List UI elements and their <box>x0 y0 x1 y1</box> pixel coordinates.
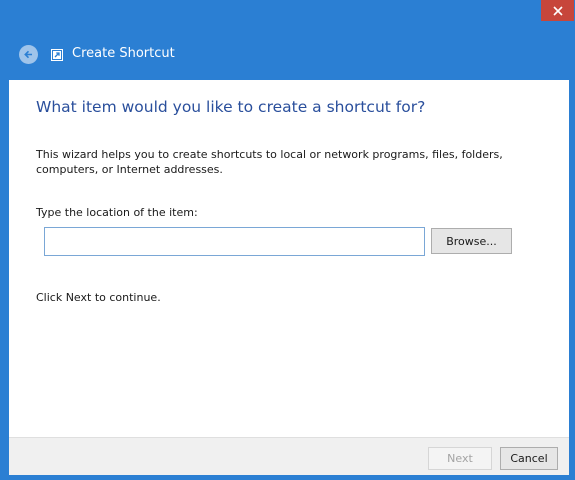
browse-button[interactable]: Browse... <box>431 228 512 254</box>
wizard-heading: What item would you like to create a sho… <box>36 98 426 116</box>
shortcut-icon <box>51 49 63 61</box>
create-shortcut-window: Create Shortcut What item would you like… <box>0 0 575 480</box>
location-label: Type the location of the item: <box>36 206 198 219</box>
back-arrow-icon <box>24 50 32 59</box>
wizard-content: What item would you like to create a sho… <box>9 80 569 437</box>
close-icon <box>552 5 563 16</box>
wizard-footer: Next Cancel <box>9 437 569 475</box>
next-button[interactable]: Next <box>428 447 492 470</box>
title-bar: Create Shortcut <box>0 0 575 80</box>
cancel-button[interactable]: Cancel <box>500 447 558 470</box>
close-button[interactable] <box>541 0 574 21</box>
location-input[interactable] <box>44 227 425 256</box>
wizard-description: This wizard helps you to create shortcut… <box>36 148 503 176</box>
window-title: Create Shortcut <box>72 46 175 61</box>
continue-instruction: Click Next to continue. <box>36 291 161 304</box>
back-button[interactable] <box>19 45 38 64</box>
